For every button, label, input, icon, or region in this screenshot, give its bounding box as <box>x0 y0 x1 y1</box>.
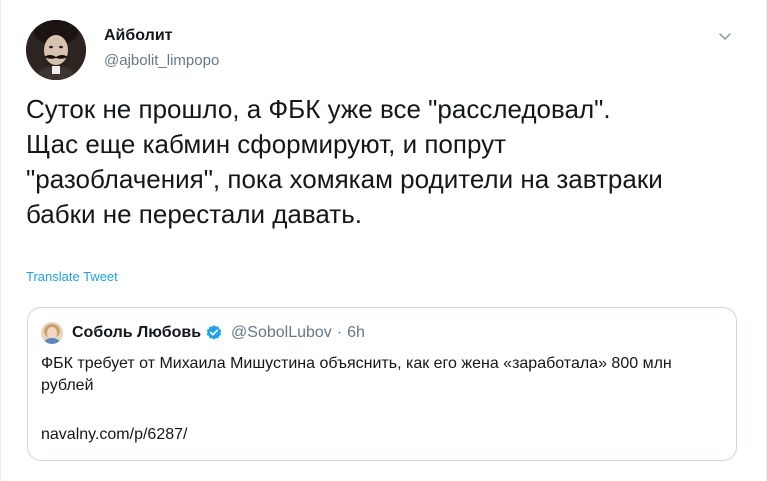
quoted-header: Соболь Любовь @SobolLubov · 6h <box>72 323 365 343</box>
translate-tweet-link[interactable]: Translate Tweet <box>26 269 118 284</box>
author-username[interactable]: @ajbolit_limpopo <box>104 52 219 69</box>
author-avatar[interactable] <box>26 20 86 80</box>
quoted-username: @SobolLubov <box>231 324 332 341</box>
tweet-card: Айболит @ajbolit_limpopo Суток не прошло… <box>0 0 767 481</box>
quoted-author-avatar <box>41 322 63 344</box>
quoted-timestamp: 6h <box>347 324 365 341</box>
quoted-separator: · <box>336 324 343 341</box>
quoted-display-name: Соболь Любовь <box>72 324 202 341</box>
author-display-name[interactable]: Айболит <box>104 27 172 45</box>
quoted-tweet[interactable]: Соболь Любовь @SobolLubov · 6h ФБК требу… <box>27 307 737 461</box>
tweet-text: Суток не прошло, а ФБК уже все "расследо… <box>26 94 663 229</box>
quoted-text: ФБК требует от Михаила Мишустина объясни… <box>41 355 672 394</box>
quoted-link[interactable]: navalny.com/p/6287/ <box>41 426 187 444</box>
chevron-down-icon[interactable] <box>717 28 733 44</box>
verified-badge-icon <box>206 325 222 340</box>
